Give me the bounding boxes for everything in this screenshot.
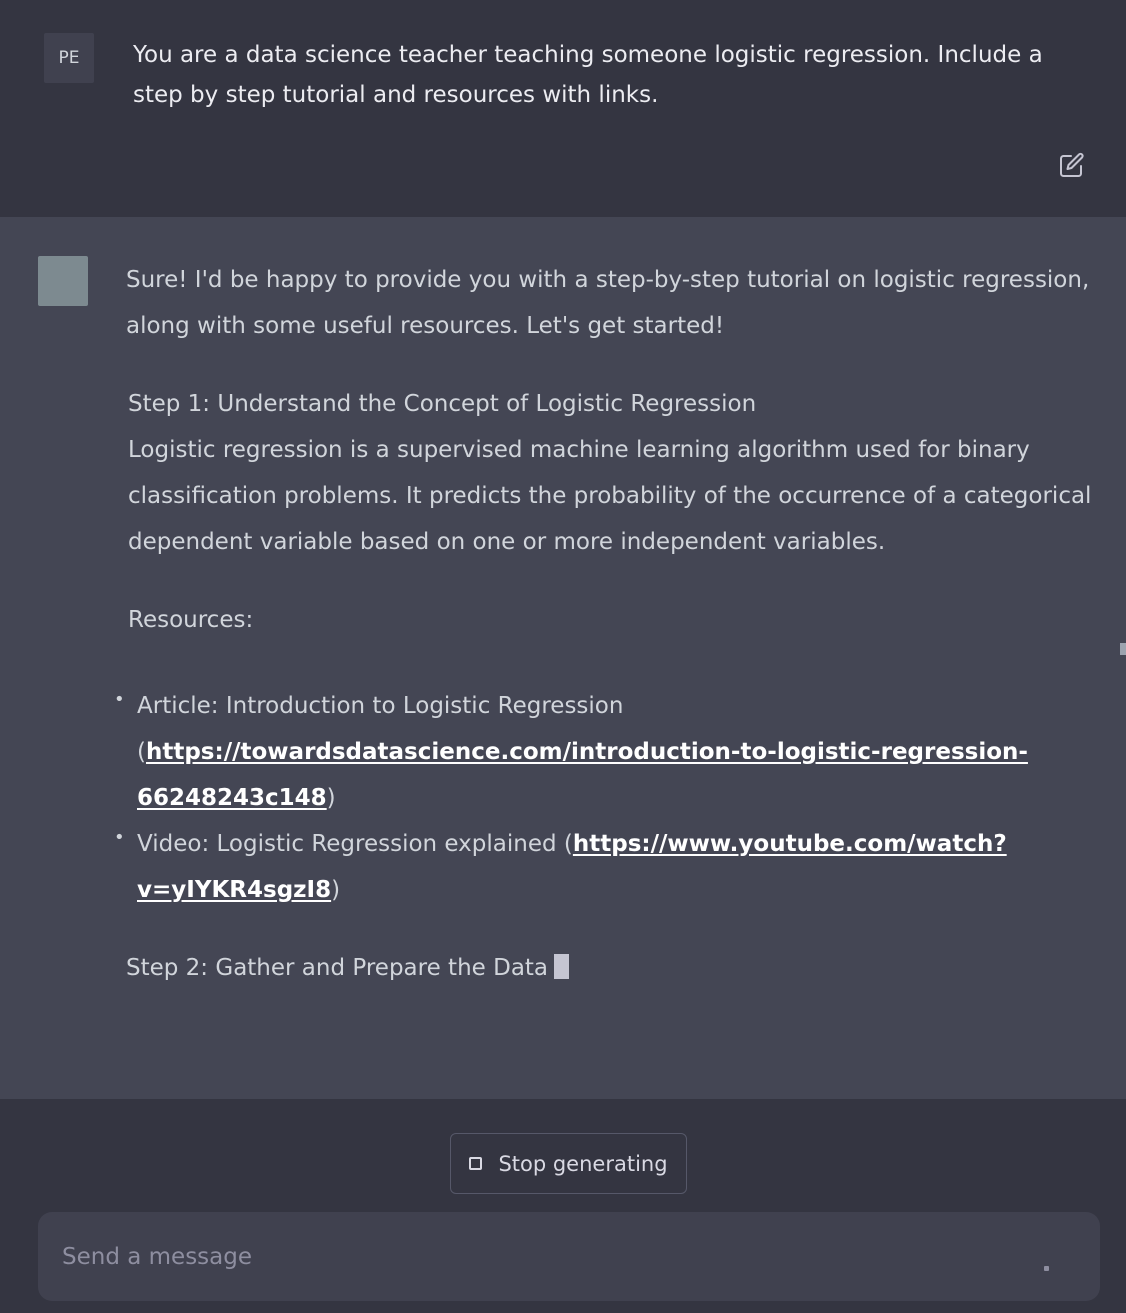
list-item: Article: Introduction to Logistic Regres… (114, 677, 1096, 821)
stop-generating-label: Stop generating (498, 1151, 668, 1176)
edit-icon[interactable] (1058, 151, 1086, 179)
answer-intro: Sure! I'd be happy to provide you with a… (126, 267, 1090, 339)
resources-label: Resources: (128, 607, 254, 633)
assistant-answer: Sure! I'd be happy to provide you with a… (114, 257, 1096, 991)
step1-body: Logistic regression is a supervised mach… (128, 437, 1092, 555)
resources-list: Article: Introduction to Logistic Regres… (114, 677, 1096, 913)
message-composer (38, 1212, 1100, 1301)
article-link[interactable]: https://towardsdatascience.com/introduct… (137, 739, 1028, 811)
typing-cursor (554, 954, 570, 979)
user-avatar: PE (44, 33, 94, 83)
send-icon[interactable] (1044, 1266, 1049, 1271)
scrollbar-thumb[interactable] (1120, 643, 1126, 655)
user-message-text: You are a data science teacher teaching … (133, 42, 1043, 108)
list-item: Video: Logistic Regression explained (ht… (114, 815, 1096, 913)
stop-generating-button[interactable]: Stop generating (450, 1133, 687, 1194)
assistant-avatar (38, 256, 88, 306)
step1-title: Step 1: Understand the Concept of Logist… (128, 391, 757, 417)
step2-title: Step 2: Gather and Prepare the Data (126, 945, 1096, 991)
message-input[interactable] (62, 1234, 1022, 1280)
stop-icon (469, 1157, 483, 1170)
